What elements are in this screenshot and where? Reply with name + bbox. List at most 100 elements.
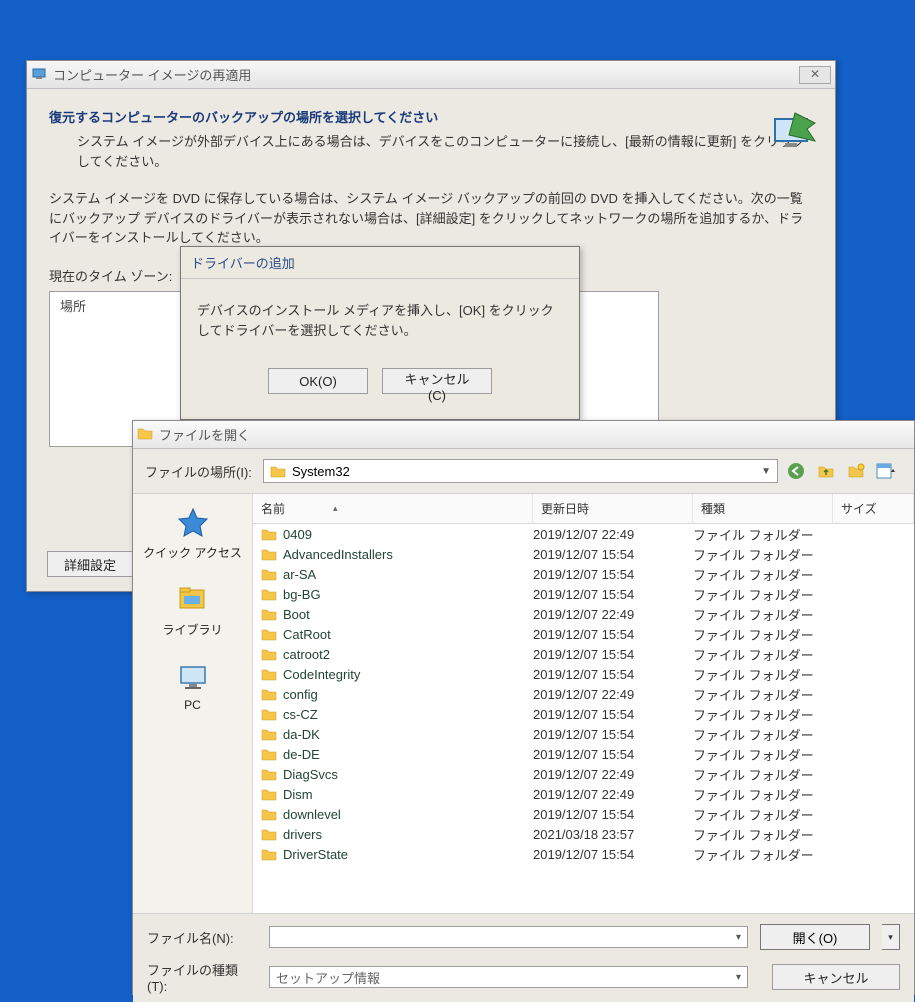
file-name: DriverState — [283, 847, 348, 862]
add-driver-message: デバイスのインストール メディアを挿入し、[OK] をクリックしてドライバーを選… — [181, 279, 579, 340]
place-pc[interactable]: PC — [176, 660, 210, 712]
open-split-button[interactable]: ▾ — [882, 924, 900, 950]
filetype-label: ファイルの種類(T): — [147, 960, 257, 994]
file-type: ファイル フォルダー — [693, 805, 833, 824]
file-row[interactable]: de-DE 2019/12/07 15:54ファイル フォルダー — [253, 744, 914, 764]
file-type: ファイル フォルダー — [693, 645, 833, 664]
place-quick-label: クイック アクセス — [143, 544, 242, 561]
col-name[interactable]: 名前 — [261, 500, 285, 517]
up-button[interactable] — [816, 461, 836, 481]
filename-input[interactable]: ▾ — [269, 926, 748, 948]
location-label: ファイルの場所(I): — [145, 462, 255, 481]
fileopen-cancel-button[interactable]: キャンセル — [772, 964, 900, 990]
file-row[interactable]: cs-CZ2019/12/07 15:54ファイル フォルダー — [253, 704, 914, 724]
filename-label: ファイル名(N): — [147, 928, 257, 947]
file-date: 2019/12/07 15:54 — [533, 667, 693, 682]
cancel-button[interactable]: キャンセル(C) — [382, 368, 492, 394]
file-date: 2019/12/07 15:54 — [533, 567, 693, 582]
advanced-button[interactable]: 詳細設定 — [47, 551, 133, 577]
file-name: cs-CZ — [283, 707, 318, 722]
file-name: DiagSvcs — [283, 767, 338, 782]
file-date: 2019/12/07 15:54 — [533, 747, 693, 762]
file-row[interactable]: CatRoot2019/12/07 15:54ファイル フォルダー — [253, 624, 914, 644]
reimage-para2: システム イメージを DVD に保存している場合は、システム イメージ バックア… — [49, 189, 813, 248]
file-name: Dism — [283, 787, 313, 802]
col-size[interactable]: サイズ — [833, 494, 914, 523]
file-date: 2021/03/18 23:57 — [533, 827, 693, 842]
file-row[interactable]: Dism2019/12/07 22:49ファイル フォルダー — [253, 784, 914, 804]
file-type: ファイル フォルダー — [693, 745, 833, 764]
file-name: config — [283, 687, 318, 702]
add-driver-dialog: ドライバーの追加 デバイスのインストール メディアを挿入し、[OK] をクリック… — [180, 246, 580, 420]
window-icon — [31, 65, 47, 84]
file-row[interactable]: bg-BG2019/12/07 15:54ファイル フォルダー — [253, 584, 914, 604]
file-row[interactable]: 04092019/12/07 22:49ファイル フォルダー — [253, 524, 914, 544]
places-bar: クイック アクセス ライブラリ PC — [133, 494, 253, 913]
back-button[interactable] — [786, 461, 806, 481]
view-menu-button[interactable] — [876, 461, 896, 481]
file-type: ファイル フォルダー — [693, 845, 833, 864]
file-row[interactable]: CodeIntegrity2019/12/07 15:54ファイル フォルダー — [253, 664, 914, 684]
chevron-down-icon: ▾ — [736, 932, 741, 943]
file-name: catroot2 — [283, 647, 330, 662]
file-name: Boot — [283, 607, 310, 622]
location-value: System32 — [292, 464, 350, 479]
file-date: 2019/12/07 15:54 — [533, 847, 693, 862]
chevron-down-icon: ▾ — [736, 972, 741, 983]
reimage-titlebar[interactable]: コンピューター イメージの再適用 ✕ — [27, 61, 835, 89]
pc-icon — [176, 660, 210, 694]
file-date: 2019/12/07 15:54 — [533, 807, 693, 822]
add-driver-title: ドライバーの追加 — [181, 247, 579, 279]
file-row[interactable]: drivers2021/03/18 23:57ファイル フォルダー — [253, 824, 914, 844]
ok-button[interactable]: OK(O) — [268, 368, 368, 394]
place-quick-access[interactable]: クイック アクセス — [143, 506, 242, 561]
sort-caret-icon: ▴ — [333, 503, 338, 514]
col-date[interactable]: 更新日時 — [533, 494, 693, 523]
folder-open-icon — [137, 426, 153, 443]
file-date: 2019/12/07 15:54 — [533, 727, 693, 742]
filetype-combo[interactable]: セットアップ情報 ▾ — [269, 966, 748, 988]
file-name: da-DK — [283, 727, 320, 742]
file-date: 2019/12/07 22:49 — [533, 607, 693, 622]
file-row[interactable]: DiagSvcs2019/12/07 22:49ファイル フォルダー — [253, 764, 914, 784]
file-date: 2019/12/07 22:49 — [533, 787, 693, 802]
file-name: de-DE — [283, 747, 320, 762]
reimage-sub1: システム イメージが外部デバイス上にある場合は、デバイスをこのコンピューターに接… — [77, 132, 813, 171]
file-open-dialog: ファイルを開く ファイルの場所(I): System32 ▼ クイック アクセス… — [132, 420, 915, 995]
file-row[interactable]: DriverState 2019/12/07 15:54ファイル フォルダー — [253, 844, 914, 864]
fileopen-titlebar[interactable]: ファイルを開く — [133, 421, 914, 449]
file-row[interactable]: ar-SA2019/12/07 15:54ファイル フォルダー — [253, 564, 914, 584]
open-button[interactable]: 開く(O) — [760, 924, 870, 950]
file-type: ファイル フォルダー — [693, 725, 833, 744]
file-type: ファイル フォルダー — [693, 705, 833, 724]
file-row[interactable]: downlevel 2019/12/07 15:54ファイル フォルダー — [253, 804, 914, 824]
file-row[interactable]: AdvancedInstallers2019/12/07 15:54ファイル フ… — [253, 544, 914, 564]
file-date: 2019/12/07 22:49 — [533, 687, 693, 702]
filetype-value: セットアップ情報 — [276, 968, 380, 987]
file-date: 2019/12/07 15:54 — [533, 547, 693, 562]
star-icon — [176, 506, 210, 540]
place-library[interactable]: ライブラリ — [162, 583, 222, 638]
file-name: bg-BG — [283, 587, 321, 602]
file-type: ファイル フォルダー — [693, 545, 833, 564]
file-row[interactable]: da-DK 2019/12/07 15:54ファイル フォルダー — [253, 724, 914, 744]
file-type: ファイル フォルダー — [693, 565, 833, 584]
close-button[interactable]: ✕ — [799, 66, 831, 84]
file-date: 2019/12/07 15:54 — [533, 587, 693, 602]
place-library-label: ライブラリ — [162, 621, 222, 638]
new-folder-button[interactable] — [846, 461, 866, 481]
file-row[interactable]: Boot 2019/12/07 22:49ファイル フォルダー — [253, 604, 914, 624]
file-row[interactable]: config 2019/12/07 22:49ファイル フォルダー — [253, 684, 914, 704]
location-combo[interactable]: System32 ▼ — [263, 459, 778, 483]
file-type: ファイル フォルダー — [693, 665, 833, 684]
file-type: ファイル フォルダー — [693, 625, 833, 644]
col-type[interactable]: 種類 — [693, 494, 833, 523]
file-row[interactable]: catroot22019/12/07 15:54ファイル フォルダー — [253, 644, 914, 664]
file-type: ファイル フォルダー — [693, 605, 833, 624]
file-list-header[interactable]: 名前 ▴ 更新日時 種類 サイズ — [253, 494, 914, 524]
file-date: 2019/12/07 22:49 — [533, 527, 693, 542]
file-type: ファイル フォルダー — [693, 525, 833, 544]
file-type: ファイル フォルダー — [693, 685, 833, 704]
file-name: downlevel — [283, 807, 341, 822]
folder-icon — [270, 464, 286, 478]
